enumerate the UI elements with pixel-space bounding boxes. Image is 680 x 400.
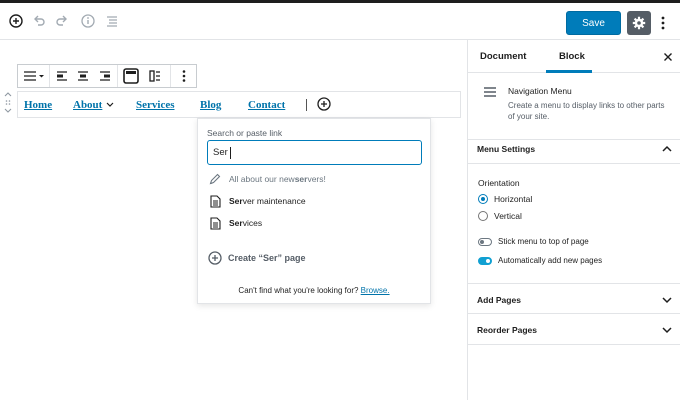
create-page-button[interactable]: Create “Ser” page	[208, 251, 306, 265]
chevron-down-icon[interactable]	[106, 102, 114, 108]
link-search-input[interactable]: Ser	[207, 140, 422, 165]
block-card-description: Create a menu to display links to other …	[508, 101, 665, 121]
undo-icon[interactable]	[30, 12, 48, 30]
link-popover: Search or paste link Ser All about our n…	[197, 118, 431, 304]
block-card: Navigation Menu Create a menu to display…	[468, 74, 680, 140]
tab-document[interactable]: Document	[480, 51, 526, 62]
settings-sidebar: Document Block Navigation Menu Create a …	[467, 40, 680, 400]
justify-right-icon	[100, 71, 110, 81]
menu-icon	[484, 87, 496, 97]
editor-header: Save	[0, 3, 680, 40]
menu-icon	[24, 71, 36, 81]
justify-center-icon	[78, 71, 88, 81]
more-vertical-icon	[182, 70, 186, 82]
block-card-title: Navigation Menu	[508, 86, 572, 96]
block-mover	[3, 90, 13, 116]
nav-item-blog[interactable]: Blog	[200, 99, 221, 111]
more-options-button[interactable]	[654, 13, 672, 33]
suggestion-item[interactable]: Ser ver maintenance	[208, 194, 306, 208]
add-block-icon[interactable]	[7, 12, 25, 30]
gear-icon	[632, 16, 646, 30]
drag-handle-icon[interactable]	[5, 100, 11, 105]
chevron-up-icon	[662, 145, 672, 152]
nav-item-home[interactable]: Home	[24, 99, 52, 111]
navigation-block: Home About Services Blog Contact	[17, 91, 461, 118]
block-layout-icon	[149, 70, 160, 82]
chevron-down-icon	[662, 327, 672, 334]
chevron-down-icon[interactable]	[4, 108, 12, 113]
nav-item-services[interactable]: Services	[136, 99, 174, 111]
nav-item-about[interactable]: About	[73, 99, 102, 111]
navigation-style-button[interactable]	[120, 65, 142, 87]
navigation-icon	[123, 68, 139, 84]
info-icon[interactable]	[79, 12, 97, 30]
justify-right-button[interactable]	[95, 65, 115, 87]
settings-button[interactable]	[627, 11, 651, 35]
suggestion-item[interactable]: Ser vices	[208, 216, 262, 230]
browse-link[interactable]: Browse.	[361, 286, 390, 295]
auto-add-pages-toggle[interactable]: Automatically add new pages	[478, 256, 602, 265]
panel-reorder-pages[interactable]: Reorder Pages	[468, 314, 680, 345]
stick-to-top-toggle[interactable]: Stick menu to top of page	[478, 237, 589, 246]
redo-icon[interactable]	[53, 12, 71, 30]
block-more-button[interactable]	[173, 65, 195, 87]
justify-left-icon	[57, 71, 67, 81]
panel-add-pages[interactable]: Add Pages	[468, 283, 680, 314]
tab-block[interactable]: Block	[559, 51, 585, 62]
nav-item-contact[interactable]: Contact	[248, 99, 285, 111]
add-link-icon[interactable]	[317, 97, 331, 111]
active-tab-indicator	[546, 70, 592, 73]
add-circle-icon	[208, 251, 222, 265]
block-type-switcher[interactable]	[20, 65, 48, 87]
orientation-label: Orientation	[478, 178, 520, 188]
justify-left-button[interactable]	[52, 65, 72, 87]
save-button[interactable]: Save	[566, 11, 621, 35]
close-icon[interactable]	[661, 50, 675, 64]
more-vertical-icon	[661, 16, 665, 30]
chevron-down-icon	[662, 297, 672, 304]
popover-footer: Can't find what you're looking for? Brow…	[238, 286, 390, 295]
link-search-label: Search or paste link	[207, 128, 283, 138]
chevron-down-icon	[39, 75, 44, 78]
suggestion-item[interactable]: All about our new ser vers!	[208, 172, 326, 186]
orientation-vertical-radio[interactable]: Vertical	[478, 211, 522, 221]
text-cursor	[306, 99, 307, 111]
page-icon	[209, 216, 221, 230]
pencil-icon	[209, 173, 221, 185]
justify-center-button[interactable]	[73, 65, 93, 87]
outline-icon[interactable]	[103, 12, 121, 30]
block-toolbar	[17, 64, 197, 88]
block-layout-button[interactable]	[144, 65, 166, 87]
page-icon	[209, 194, 221, 208]
orientation-horizontal-radio[interactable]: Horizontal	[478, 194, 532, 204]
chevron-up-icon[interactable]	[4, 92, 12, 97]
sidebar-tabs: Document Block	[468, 40, 680, 73]
panel-menu-settings[interactable]: Menu Settings	[468, 133, 680, 164]
